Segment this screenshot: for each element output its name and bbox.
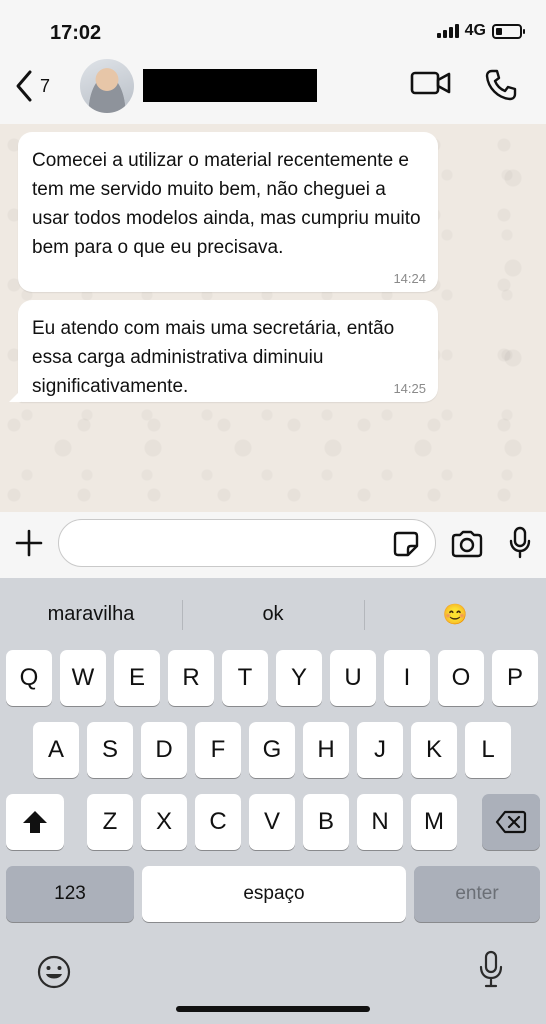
key-d[interactable]: D (141, 722, 187, 778)
key-m[interactable]: M (411, 794, 457, 850)
dictation-button[interactable] (478, 950, 504, 995)
key-z[interactable]: Z (87, 794, 133, 850)
plus-icon (15, 529, 43, 557)
attach-button[interactable] (14, 528, 44, 563)
shift-key[interactable] (6, 794, 64, 850)
chat-header: 7 (0, 56, 546, 124)
back-button[interactable]: 7 (14, 66, 50, 106)
suggestion-item[interactable]: maravilha (0, 596, 182, 632)
key-o[interactable]: O (438, 650, 484, 706)
battery-icon (492, 23, 525, 39)
key-b[interactable]: B (303, 794, 349, 850)
voice-message-button[interactable] (508, 526, 532, 565)
suggestion-item[interactable]: ok (182, 596, 364, 632)
key-w[interactable]: W (60, 650, 106, 706)
message-text: Comecei a utilizar o material recentemen… (32, 150, 421, 258)
key-y[interactable]: Y (276, 650, 322, 706)
emoji-button[interactable] (36, 954, 72, 995)
key-h[interactable]: H (303, 722, 349, 778)
key-s[interactable]: S (87, 722, 133, 778)
contact-name-redacted[interactable] (143, 69, 317, 102)
key-l[interactable]: L (465, 722, 511, 778)
signal-icon (436, 24, 459, 38)
shift-icon (23, 811, 47, 833)
keyboard: maravilha ok 😊 Q W E R T Y U I O P A S D… (0, 578, 546, 1024)
key-j[interactable]: J (357, 722, 403, 778)
camera-icon (451, 530, 483, 558)
key-k[interactable]: K (411, 722, 457, 778)
key-g[interactable]: G (249, 722, 295, 778)
home-indicator[interactable] (176, 1006, 370, 1012)
chevron-left-icon (16, 70, 32, 102)
key-u[interactable]: U (330, 650, 376, 706)
video-call-button[interactable] (410, 68, 452, 103)
video-camera-icon (410, 71, 451, 95)
key-c[interactable]: C (195, 794, 241, 850)
network-type: 4G (464, 22, 486, 39)
sticker-icon (393, 531, 419, 557)
message-input-bar (0, 512, 546, 578)
suggestion-emoji[interactable]: 😊 (364, 596, 546, 632)
microphone-icon (479, 950, 503, 988)
emoji-icon (37, 955, 71, 989)
message-time: 14:25 (393, 381, 426, 396)
camera-button[interactable] (450, 530, 484, 563)
microphone-icon (509, 526, 531, 559)
key-f[interactable]: F (195, 722, 241, 778)
key-r[interactable]: R (168, 650, 214, 706)
message-time: 14:24 (393, 271, 426, 286)
key-t[interactable]: T (222, 650, 268, 706)
message-text: Eu atendo com mais uma secretária, então… (32, 318, 395, 397)
status-time: 17:02 (50, 22, 102, 44)
voice-call-button[interactable] (484, 68, 518, 107)
sticker-button[interactable] (392, 530, 420, 563)
key-p[interactable]: P (492, 650, 538, 706)
message-bubble[interactable]: Eu atendo com mais uma secretária, então… (18, 300, 438, 402)
backspace-key[interactable] (482, 794, 540, 850)
message-input[interactable] (58, 519, 436, 567)
phone-icon (485, 69, 517, 101)
key-e[interactable]: E (114, 650, 160, 706)
unread-count: 7 (40, 75, 51, 96)
key-v[interactable]: V (249, 794, 295, 850)
suggestion-bar: maravilha ok 😊 (0, 578, 546, 648)
enter-key[interactable]: enter (414, 866, 540, 922)
space-key[interactable]: espaço (142, 866, 406, 922)
key-x[interactable]: X (141, 794, 187, 850)
status-bar: 17:02 4G (0, 0, 546, 56)
status-indicators: 4G (436, 22, 525, 40)
key-a[interactable]: A (33, 722, 79, 778)
message-bubble[interactable]: Comecei a utilizar o material recentemen… (18, 132, 438, 292)
backspace-icon (495, 810, 527, 834)
key-n[interactable]: N (357, 794, 403, 850)
key-q[interactable]: Q (6, 650, 52, 706)
key-i[interactable]: I (384, 650, 430, 706)
chat-area[interactable]: Comecei a utilizar o material recentemen… (0, 124, 546, 512)
numbers-key[interactable]: 123 (6, 866, 134, 922)
avatar[interactable] (80, 59, 134, 113)
